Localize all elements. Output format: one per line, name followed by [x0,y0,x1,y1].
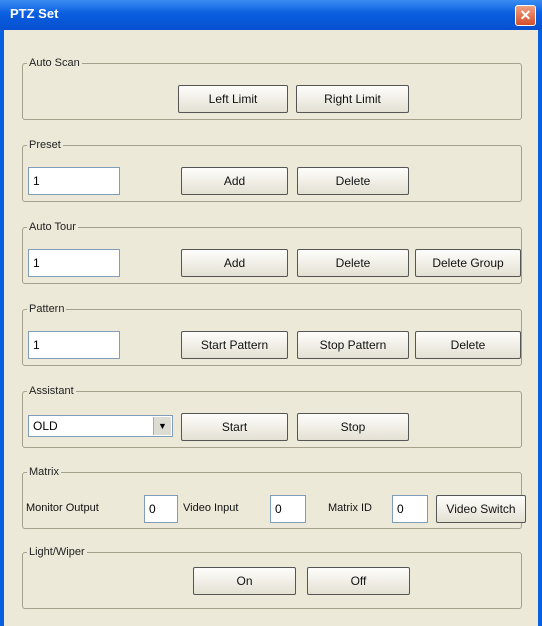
light-wiper-legend: Light/Wiper [29,546,85,558]
assistant-stop-button[interactable]: Stop [297,413,409,441]
pattern-number-input[interactable] [28,331,120,359]
start-pattern-button[interactable]: Start Pattern [181,331,288,359]
tour-delete-group-button[interactable]: Delete Group [415,249,521,277]
matrix-legend: Matrix [29,466,59,478]
assistant-legend: Assistant [29,385,74,397]
window-title: PTZ Set [10,6,59,21]
tour-delete-button[interactable]: Delete [297,249,409,277]
light-on-button[interactable]: On [193,567,296,595]
video-input-input[interactable] [270,495,306,523]
video-input-label: Video Input [183,502,239,514]
matrix-id-input[interactable] [392,495,428,523]
left-limit-button[interactable]: Left Limit [178,85,288,113]
ptz-set-dialog: PTZ Set ✕ Auto Scan Left Limit Right Lim… [0,0,542,626]
preset-number-input[interactable] [28,167,120,195]
pattern-delete-button[interactable]: Delete [415,331,521,359]
assistant-select[interactable]: OLD ▼ [28,415,173,437]
preset-legend: Preset [29,139,61,151]
tour-add-button[interactable]: Add [181,249,288,277]
preset-add-button[interactable]: Add [181,167,288,195]
window-frame-left [0,30,4,626]
monitor-output-label: Monitor Output [26,502,99,514]
stop-pattern-button[interactable]: Stop Pattern [297,331,409,359]
pattern-legend: Pattern [29,303,65,315]
close-icon[interactable]: ✕ [515,5,536,26]
window-frame-right [538,30,542,626]
matrix-id-label: Matrix ID [328,502,372,514]
light-off-button[interactable]: Off [307,567,410,595]
title-bar[interactable]: PTZ Set ✕ [0,0,542,30]
assistant-select-value: OLD [33,419,58,433]
auto-tour-legend: Auto Tour [29,221,76,233]
auto-scan-legend: Auto Scan [29,57,80,69]
tour-number-input[interactable] [28,249,120,277]
video-switch-button[interactable]: Video Switch [436,495,526,523]
monitor-output-input[interactable] [144,495,178,523]
chevron-down-icon[interactable]: ▼ [153,417,171,435]
assistant-start-button[interactable]: Start [181,413,288,441]
right-limit-button[interactable]: Right Limit [296,85,409,113]
preset-delete-button[interactable]: Delete [297,167,409,195]
